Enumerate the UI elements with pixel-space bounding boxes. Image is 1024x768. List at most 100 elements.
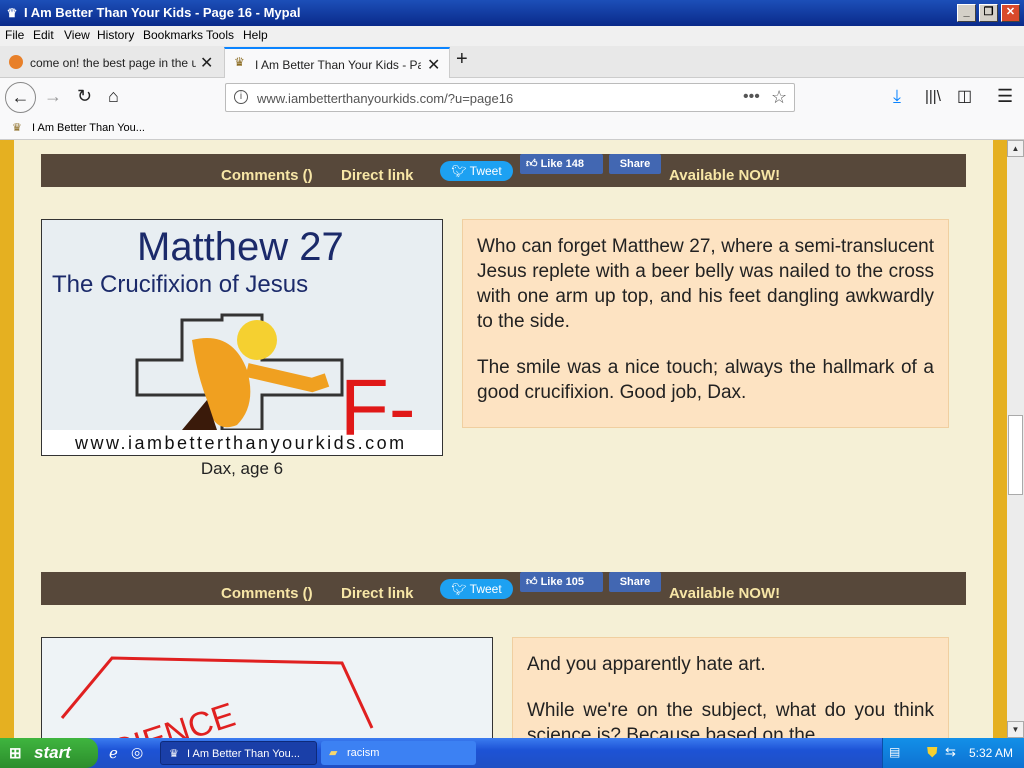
tab-background[interactable]: come on! the best page in the uni ✕ xyxy=(0,47,224,78)
close-tab-icon[interactable]: ✕ xyxy=(200,53,213,73)
library-icon[interactable]: |||\ xyxy=(925,88,941,105)
left-border-stripe xyxy=(0,140,14,738)
bookmark-star-icon[interactable]: ☆ xyxy=(771,87,787,108)
post-paragraph: The smile was a nice touch; always the h… xyxy=(477,357,934,403)
thumbs-up-icon: 👍︎ xyxy=(526,158,541,170)
crown-favicon-icon: ♛ xyxy=(234,55,245,69)
close-tab-icon[interactable]: ✕ xyxy=(427,55,440,75)
comments-link[interactable]: Comments () xyxy=(221,585,313,602)
app-icon: ♛ xyxy=(6,6,18,20)
post-image-science: SCIENCE xyxy=(41,637,493,738)
scroll-up-arrow-icon[interactable]: ▲ xyxy=(1007,140,1024,157)
post-toolbar: Comments () Direct link 🐦︎ Tweet 👍︎ Like… xyxy=(41,154,966,187)
taskbar-item-label: I Am Better Than You... xyxy=(187,748,300,760)
system-tray: ▤ ⛊ ⇆ 5:32 AM xyxy=(882,738,1024,768)
tab-label: I Am Better Than Your Kids - Page xyxy=(255,58,421,72)
twitter-bird-icon: 🐦︎ xyxy=(451,582,470,596)
post-paragraph: And you apparently hate art. xyxy=(527,654,766,675)
back-button[interactable]: ← xyxy=(5,82,36,113)
menu-edit[interactable]: Edit xyxy=(33,28,54,42)
taskbar-item-browser[interactable]: ♛ I Am Better Than You... xyxy=(160,741,317,765)
direct-link[interactable]: Direct link xyxy=(341,585,414,602)
url-bar[interactable]: i www.iambetterthanyourkids.com/?u=page1… xyxy=(225,83,795,112)
quick-launch-icon[interactable]: ◎ xyxy=(131,744,143,761)
menu-view[interactable]: View xyxy=(64,28,90,42)
home-button[interactable]: ⌂ xyxy=(108,86,119,107)
navigation-bar: ← → ↻ ⌂ i www.iambetterthanyourkids.com/… xyxy=(0,78,1024,118)
forward-button[interactable]: → xyxy=(44,86,62,107)
drawing-title: Matthew 27 xyxy=(137,225,344,269)
menu-help[interactable]: Help xyxy=(243,28,268,42)
comments-link[interactable]: Comments () xyxy=(221,167,313,184)
menu-hamburger-icon[interactable]: ☰ xyxy=(997,86,1013,107)
available-now-link[interactable]: Available NOW! xyxy=(669,585,780,602)
windows-taskbar: ⊞ start ℯ ◎ ♛ I Am Better Than You... ▰ … xyxy=(0,738,1024,768)
grade-mark: F- xyxy=(340,363,416,452)
post-paragraph: While we're on the subject, what do you … xyxy=(527,700,934,738)
like-label: Like 148 xyxy=(540,158,584,170)
menu-file[interactable]: File xyxy=(5,28,24,42)
sidebar-icon[interactable]: ◫ xyxy=(957,86,972,106)
tab-favicon-icon xyxy=(9,55,23,69)
page-content: Comments () Direct link 🐦︎ Tweet 👍︎ Like… xyxy=(0,140,1007,738)
window-title: I Am Better Than Your Kids - Page 16 - M… xyxy=(24,5,301,20)
right-border-stripe xyxy=(993,140,1007,738)
menu-bookmarks[interactable]: Bookmarks xyxy=(143,28,203,42)
folder-icon: ▰ xyxy=(329,747,338,759)
network-icon[interactable]: ⇆ xyxy=(945,744,956,760)
taskbar-item-label: racism xyxy=(347,747,380,759)
reload-button[interactable]: ↻ xyxy=(77,86,92,107)
keyboard-icon[interactable]: ▤ xyxy=(889,745,900,759)
restore-button[interactable]: ❐ xyxy=(979,4,998,22)
menu-tools[interactable]: Tools xyxy=(206,28,234,42)
new-tab-button[interactable]: + xyxy=(456,48,476,79)
post-image-crucifixion: Matthew 27 The Crucifixion of Jesus www.… xyxy=(41,219,443,456)
internet-explorer-icon[interactable]: ℯ xyxy=(109,744,118,762)
facebook-share-button[interactable]: Share xyxy=(609,154,661,174)
shield-icon[interactable]: ⛊ xyxy=(927,744,938,761)
bookmarks-toolbar: ♛ I Am Better Than You... xyxy=(0,118,1024,140)
direct-link[interactable]: Direct link xyxy=(341,167,414,184)
tweet-label: Tweet xyxy=(469,582,502,596)
facebook-share-button[interactable]: Share xyxy=(609,572,661,592)
minimize-button[interactable]: _ xyxy=(957,4,976,22)
tweet-label: Tweet xyxy=(469,164,502,178)
scrollbar-thumb[interactable] xyxy=(1008,415,1023,495)
menu-history[interactable]: History xyxy=(97,28,134,42)
info-icon[interactable]: i xyxy=(234,90,248,104)
drawing-science: SCIENCE xyxy=(42,638,492,738)
crown-favicon-icon: ♛ xyxy=(169,748,179,760)
tab-strip: come on! the best page in the uni ✕ ♛ I … xyxy=(0,46,1024,78)
thumbs-up-icon: 👍︎ xyxy=(526,576,541,588)
vertical-scrollbar[interactable]: ▲ ▼ xyxy=(1007,140,1024,738)
drawing-subtitle: The Crucifixion of Jesus xyxy=(52,271,308,298)
tweet-button[interactable]: 🐦︎ Tweet xyxy=(440,161,513,181)
start-button[interactable]: ⊞ start xyxy=(0,738,98,768)
bookmark-item[interactable]: I Am Better Than You... xyxy=(32,122,145,134)
post-text-box: Who can forget Matthew 27, where a semi-… xyxy=(462,219,949,428)
like-label: Like 105 xyxy=(540,576,584,588)
image-caption: Dax, age 6 xyxy=(200,459,284,478)
page-actions-icon[interactable]: ••• xyxy=(743,88,760,106)
post-paragraph: Who can forget Matthew 27, where a semi-… xyxy=(477,236,934,332)
taskbar-item-folder[interactable]: ▰ racism xyxy=(321,741,476,765)
menu-bar: File Edit View History Bookmarks Tools H… xyxy=(0,26,1024,46)
crown-favicon-icon: ♛ xyxy=(12,122,22,134)
crayon-drawing: Matthew 27 The Crucifixion of Jesus www.… xyxy=(42,220,442,455)
window-titlebar[interactable]: ♛ I Am Better Than Your Kids - Page 16 -… xyxy=(0,0,1024,26)
close-window-button[interactable]: ✕ xyxy=(1001,4,1020,22)
start-label: start xyxy=(34,743,71,762)
facebook-like-button[interactable]: 👍︎ Like 105 xyxy=(520,572,603,592)
facebook-like-button[interactable]: 👍︎ Like 148 xyxy=(520,154,603,174)
scroll-down-arrow-icon[interactable]: ▼ xyxy=(1007,721,1024,738)
url-text: www.iambetterthanyourkids.com/?u=page16 xyxy=(257,91,514,106)
tab-active[interactable]: ♛ I Am Better Than Your Kids - Page ✕ xyxy=(224,47,450,78)
post-toolbar: Comments () Direct link 🐦︎ Tweet 👍︎ Like… xyxy=(41,572,966,605)
windows-logo-icon: ⊞ xyxy=(9,745,22,762)
post-text-box: And you apparently hate art. While we're… xyxy=(512,637,949,738)
available-now-link[interactable]: Available NOW! xyxy=(669,167,780,184)
clock: 5:32 AM xyxy=(969,746,1014,760)
downloads-icon[interactable]: ⤓ xyxy=(893,86,901,107)
twitter-bird-icon: 🐦︎ xyxy=(451,164,470,178)
tweet-button[interactable]: 🐦︎ Tweet xyxy=(440,579,513,599)
